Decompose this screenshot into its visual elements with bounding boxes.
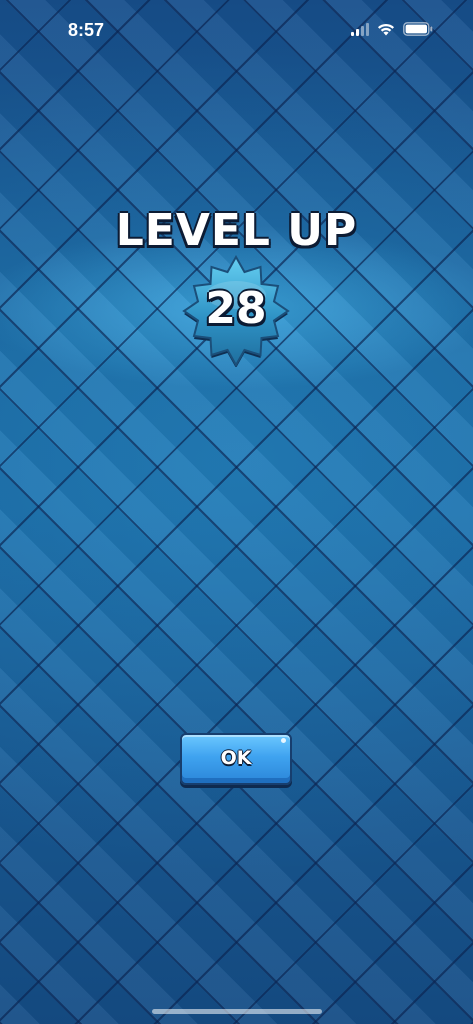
ok-button[interactable]: OK [180, 733, 292, 785]
cellular-signal-icon [351, 22, 369, 36]
status-bar: 8:57 [0, 0, 473, 60]
button-highlight-dot [281, 738, 286, 743]
status-icons [351, 22, 433, 36]
tiled-background [0, 0, 473, 1024]
level-number: 28 [205, 283, 267, 334]
level-up-title: LEVEL UP [115, 205, 358, 256]
status-time: 8:57 [68, 20, 105, 40]
wifi-icon [377, 23, 395, 36]
battery-icon [403, 22, 433, 36]
ok-button-label: OK [220, 746, 252, 769]
home-indicator[interactable] [152, 1009, 322, 1014]
